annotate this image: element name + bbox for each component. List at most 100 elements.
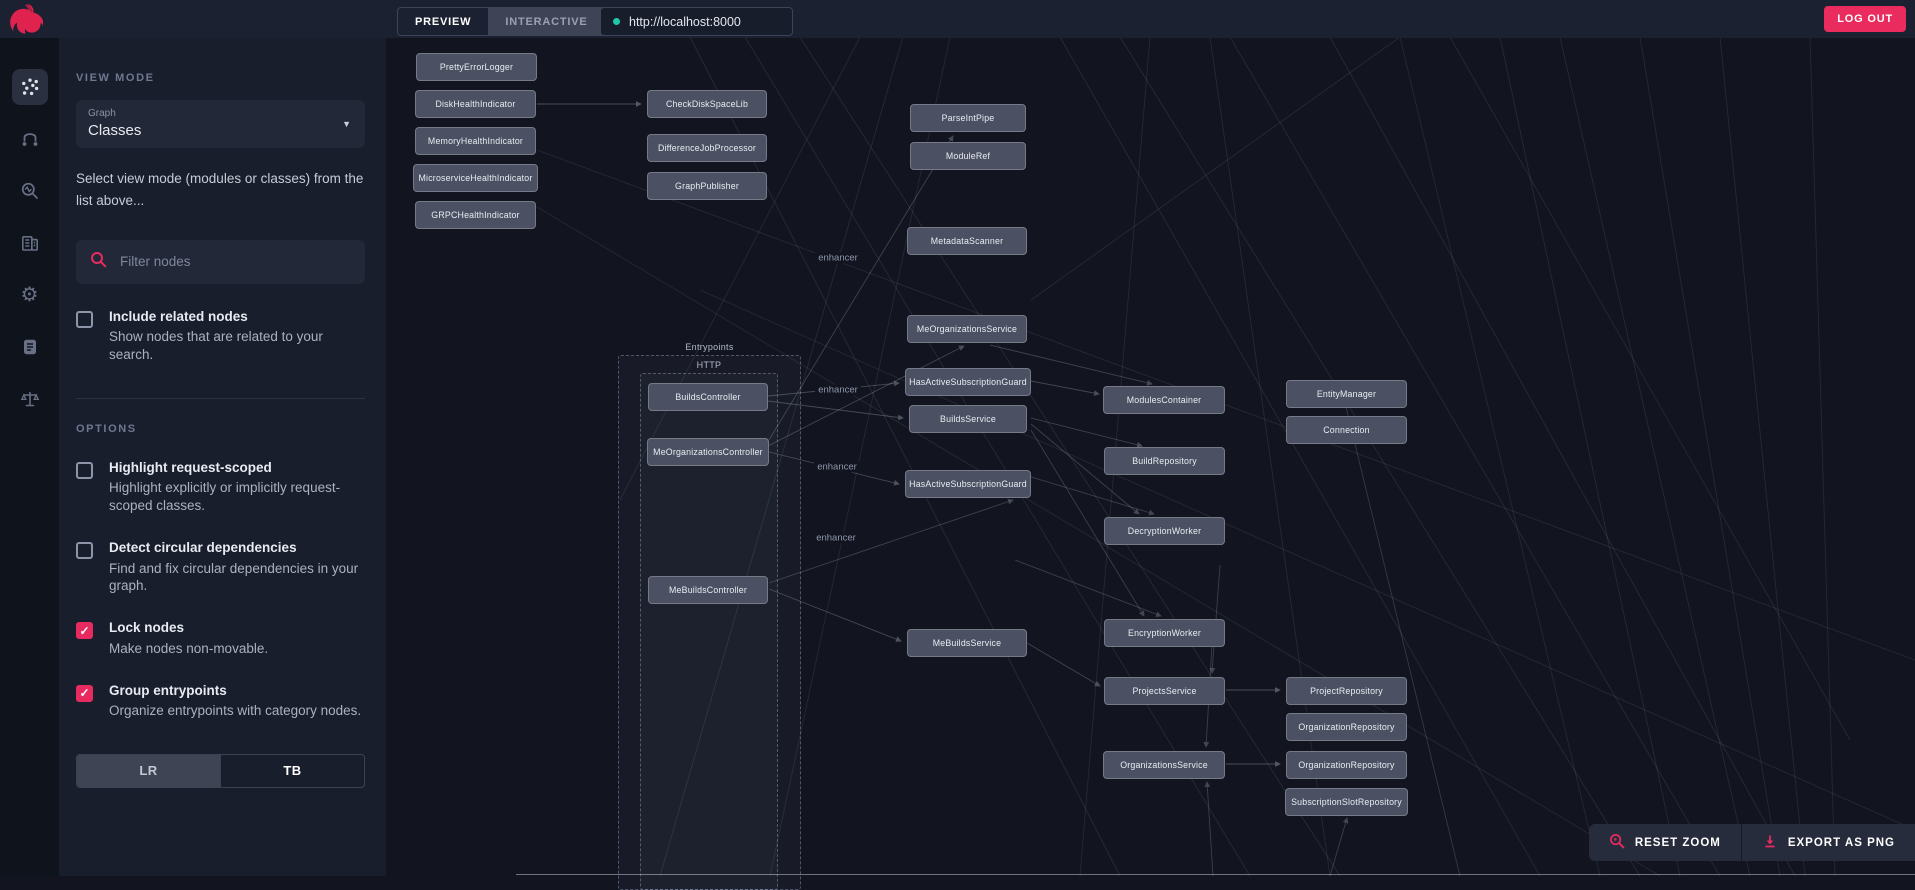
url-bar[interactable]: http://localhost:8000 bbox=[600, 7, 793, 36]
tab-interactive[interactable]: INTERACTIVE bbox=[488, 8, 604, 35]
option-detect-circular-dependencies-checkbox[interactable] bbox=[76, 542, 93, 559]
option-lock-nodes-text: Lock nodes Make nodes non-movable. bbox=[109, 619, 268, 657]
graph-node-diskhealthindicator[interactable]: DiskHealthIndicator bbox=[415, 90, 536, 118]
graph-node-projectrepository[interactable]: ProjectRepository bbox=[1286, 677, 1407, 705]
option-include-related-nodes: Include related nodes Show nodes that are… bbox=[76, 308, 365, 364]
sidebar-panel: VIEW MODE Graph Classes ▼ Select view mo… bbox=[59, 38, 387, 876]
options-header: OPTIONS bbox=[76, 423, 365, 435]
option-include-related-nodes-checkbox[interactable] bbox=[76, 311, 93, 328]
rail-item-route[interactable] bbox=[12, 121, 48, 157]
option-highlight-request-scoped-description: Highlight explicitly or implicitly reque… bbox=[109, 479, 365, 515]
reset-zoom-label: RESET ZOOM bbox=[1635, 837, 1721, 849]
direction-tb-button[interactable]: TB bbox=[220, 755, 364, 787]
graph-node-meorganizationsservice[interactable]: MeOrganizationsService bbox=[907, 315, 1027, 343]
document-icon bbox=[20, 337, 40, 357]
graph-select-value: Classes bbox=[88, 122, 353, 139]
graph-node-encryptionworker[interactable]: EncryptionWorker bbox=[1104, 619, 1225, 647]
graph-node-modulescontainer[interactable]: ModulesContainer bbox=[1103, 386, 1225, 414]
chevron-down-icon: ▼ bbox=[342, 119, 351, 129]
organization-icon bbox=[20, 233, 40, 253]
option-group-entrypoints: ✓ Group entrypoints Organize entrypoints w… bbox=[76, 682, 365, 720]
preview-mode-tabs: PREVIEWINTERACTIVE bbox=[397, 7, 605, 36]
graph-node-organizationrepository[interactable]: OrganizationRepository bbox=[1286, 713, 1407, 741]
graph-node-mebuildscontroller[interactable]: MeBuildsController bbox=[648, 576, 768, 604]
option-lock-nodes-description: Make nodes non-movable. bbox=[109, 640, 268, 658]
graph-node-hasactivesubscriptionguard[interactable]: HasActiveSubscriptionGuard bbox=[905, 368, 1031, 396]
graph-node-prettyerrorlogger[interactable]: PrettyErrorLogger bbox=[416, 53, 537, 81]
graph-node-moduleref[interactable]: ModuleRef bbox=[910, 142, 1026, 170]
rail-item-gear[interactable]: ⚙ bbox=[12, 277, 48, 313]
graph-node-differencejobprocessor[interactable]: DifferenceJobProcessor bbox=[647, 134, 767, 162]
graph-node-memoryhealthindicator[interactable]: MemoryHealthIndicator bbox=[415, 127, 536, 155]
icon-rail: ⚙ bbox=[0, 38, 59, 876]
export-png-label: EXPORT AS PNG bbox=[1788, 837, 1895, 849]
graph-mode-select[interactable]: Graph Classes ▼ bbox=[76, 100, 365, 148]
graph-node-microservicehealthindicator[interactable]: MicroserviceHealthIndicator bbox=[413, 164, 538, 192]
graph-node-decryptionworker[interactable]: DecryptionWorker bbox=[1104, 517, 1225, 545]
view-mode-hint: Select view mode (modules or classes) fr… bbox=[76, 168, 365, 212]
nestjs-logo-icon bbox=[9, 3, 43, 34]
graph-node-organizationrepository[interactable]: OrganizationRepository bbox=[1286, 751, 1407, 779]
tab-preview[interactable]: PREVIEW bbox=[398, 8, 488, 35]
edge-label-enhancer: enhancer bbox=[815, 253, 861, 264]
graph-node-buildrepository[interactable]: BuildRepository bbox=[1104, 447, 1225, 475]
option-group-entrypoints-checkbox[interactable]: ✓ bbox=[76, 685, 93, 702]
edge-label-enhancer: enhancer bbox=[814, 462, 860, 473]
rail-item-organization[interactable] bbox=[12, 225, 48, 261]
option-include-related-nodes-description: Show nodes that are related to your sear… bbox=[109, 328, 365, 364]
rail-item-scale[interactable] bbox=[12, 381, 48, 417]
graph-node-projectsservice[interactable]: ProjectsService bbox=[1104, 677, 1225, 705]
graph-node-meorganizationscontroller[interactable]: MeOrganizationsController bbox=[647, 438, 769, 466]
route-icon bbox=[20, 129, 40, 149]
export-png-button[interactable]: EXPORT AS PNG bbox=[1742, 824, 1915, 861]
rail-item-search-insights[interactable] bbox=[12, 173, 48, 209]
graph-node-subscriptionslotrepository[interactable]: SubscriptionSlotRepository bbox=[1285, 788, 1408, 816]
graph-node-graphpublisher[interactable]: GraphPublisher bbox=[647, 172, 767, 200]
option-lock-nodes-title: Lock nodes bbox=[109, 619, 268, 637]
group-label: Entrypoints bbox=[685, 342, 733, 352]
graph-node-mebuildsservice[interactable]: MeBuildsService bbox=[907, 629, 1027, 657]
graph-node-buildsservice[interactable]: BuildsService bbox=[909, 405, 1027, 433]
status-dot-icon bbox=[613, 18, 620, 25]
option-highlight-request-scoped-title: Highlight request-scoped bbox=[109, 459, 365, 477]
search-icon bbox=[90, 251, 107, 273]
option-highlight-request-scoped-checkbox[interactable] bbox=[76, 462, 93, 479]
scale-icon bbox=[20, 389, 40, 409]
graph-node-buildscontroller[interactable]: BuildsController bbox=[648, 383, 768, 411]
url-text: http://localhost:8000 bbox=[629, 15, 741, 29]
search-insights-icon bbox=[20, 181, 40, 201]
option-include-related-nodes-text: Include related nodes Show nodes that are… bbox=[109, 308, 365, 364]
option-group-entrypoints-title: Group entrypoints bbox=[109, 682, 361, 700]
graph-node-checkdiskspacelib[interactable]: CheckDiskSpaceLib bbox=[647, 90, 767, 118]
scatter-dots-icon bbox=[20, 77, 40, 97]
option-detect-circular-dependencies-description: Find and fix circular dependencies in yo… bbox=[109, 560, 365, 596]
layout-direction-toggle: LRTB bbox=[76, 754, 365, 788]
graph-node-parseintpipe[interactable]: ParseIntPipe bbox=[910, 104, 1026, 132]
option-detect-circular-dependencies: Detect circular dependenciesFind and fix… bbox=[76, 539, 365, 595]
view-mode-header: VIEW MODE bbox=[76, 72, 365, 84]
filter-nodes-input[interactable] bbox=[118, 253, 351, 270]
graph-node-metadatascanner[interactable]: MetadataScanner bbox=[907, 227, 1027, 255]
option-detect-circular-dependencies-text: Detect circular dependenciesFind and fix… bbox=[109, 539, 365, 595]
graph-node-hasactivesubscriptionguard[interactable]: HasActiveSubscriptionGuard bbox=[905, 470, 1031, 498]
sidebar-divider bbox=[76, 398, 365, 399]
graph-select-label: Graph bbox=[88, 108, 353, 119]
option-lock-nodes-checkbox[interactable]: ✓ bbox=[76, 622, 93, 639]
reset-zoom-button[interactable]: RESET ZOOM bbox=[1589, 824, 1741, 861]
graph-node-entitymanager[interactable]: EntityManager bbox=[1286, 380, 1407, 408]
option-highlight-request-scoped-text: Highlight request-scoped Highlight explic… bbox=[109, 459, 365, 515]
filter-field bbox=[76, 240, 365, 284]
reset-zoom-icon bbox=[1609, 833, 1625, 852]
logout-button[interactable]: LOG OUT bbox=[1824, 6, 1906, 32]
gear-icon: ⚙ bbox=[21, 285, 39, 306]
rail-item-scatter-dots[interactable] bbox=[12, 69, 48, 105]
edge-label-enhancer: enhancer bbox=[815, 385, 861, 396]
graph-node-connection[interactable]: Connection bbox=[1286, 416, 1407, 444]
graph-node-grpchealthindicator[interactable]: GRPCHealthIndicator bbox=[415, 201, 536, 229]
direction-lr-button[interactable]: LR bbox=[77, 755, 220, 787]
graph-node-organizationsservice[interactable]: OrganizationsService bbox=[1103, 751, 1225, 779]
option-group-entrypoints-description: Organize entrypoints with category nodes… bbox=[109, 702, 361, 720]
canvas-controls: RESET ZOOM EXPORT AS PNG bbox=[1589, 824, 1915, 861]
option-include-related-nodes-title: Include related nodes bbox=[109, 308, 365, 326]
rail-item-document[interactable] bbox=[12, 329, 48, 365]
